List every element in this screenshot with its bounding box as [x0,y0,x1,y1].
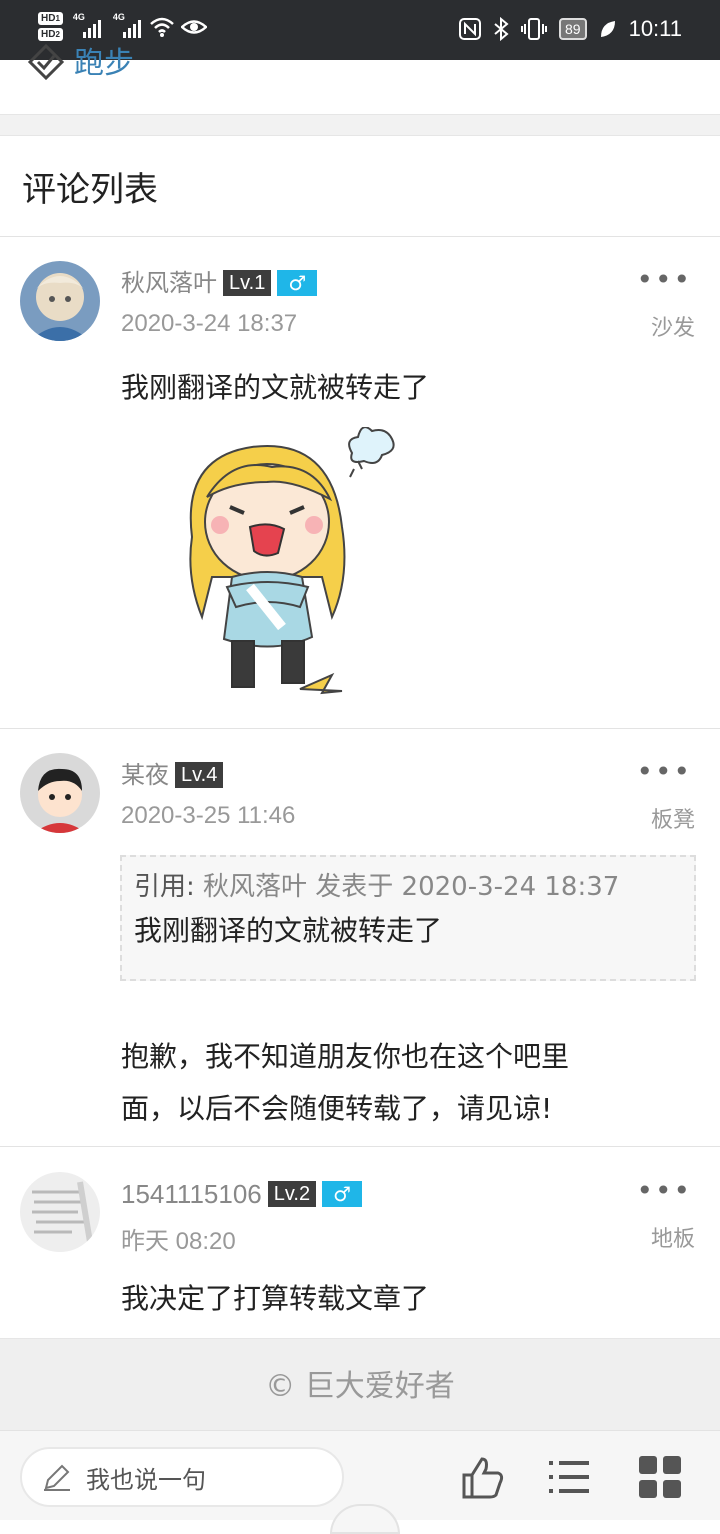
username[interactable]: 1541115106 [121,1179,262,1209]
section-divider [0,114,720,136]
level-badge: Lv.2 [267,1181,317,1207]
gender-badge: ♂ [277,270,318,296]
more-options-button[interactable]: ••• [636,758,692,786]
floor-label: 沙发 [650,316,695,341]
floor-label: 板凳 [650,808,695,833]
more-options-button[interactable]: ••• [636,1177,692,1205]
copyright-text: © 巨大爱好者 [265,1369,455,1404]
quote-text: 我刚翻译的文就被转走了 [134,914,443,947]
quote-label: 引用: [134,872,195,902]
username[interactable]: 某夜 [121,760,169,790]
comment-item: 秋风落叶 Lv.1 ♂ 2020-3-24 18:37 ••• 沙发 我刚翻译的… [0,237,720,729]
username[interactable]: 秋风落叶 [121,268,217,298]
pencil-icon [44,1464,70,1491]
footer: © 巨大爱好者 [0,1338,720,1430]
wifi-icon [150,17,174,37]
avatar[interactable] [20,261,100,341]
signal-icon: 4G [73,12,103,38]
hd-indicators: HD1 HD2 [38,12,63,41]
user-info: 1541115106 Lv.2 ♂ [121,1179,363,1209]
post-date: 2020-3-25 11:46 [121,802,296,829]
battery-indicator: 89 [559,18,587,40]
vibrate-icon [521,18,547,40]
quote-meta: 引用: 秋风落叶 发表于 2020-3-24 18:37 [134,867,682,907]
like-icon[interactable] [458,1453,506,1501]
comment-text: 我决定了打算转载文章了 [121,1282,430,1315]
level-badge: Lv.1 [223,270,272,296]
previous-section: 跑步 [0,43,720,114]
avatar[interactable] [20,1172,100,1252]
floor-label: 地板 [650,1227,695,1252]
grid-icon[interactable] [636,1453,684,1501]
gender-badge: ♂ [322,1181,363,1207]
clock: 10:11 [628,16,682,41]
eye-icon [180,20,207,34]
quote-author-date: 秋风落叶 发表于 2020-3-24 18:37 [203,872,620,902]
comment-text: 抱歉，我不知道朋友你也在这个吧里 面，以后不会随便转载了，请见谅! [121,1031,569,1135]
comment-text-line: 抱歉，我不知道朋友你也在这个吧里 [121,1040,570,1073]
comment-text: 我刚翻译的文就被转走了 [121,371,430,404]
quote-block: 引用: 秋风落叶 发表于 2020-3-24 18:37 我刚翻译的文就被转走了 [120,855,696,981]
run-tag-label: 跑步 [74,46,134,81]
nfc-icon [459,18,481,40]
comments-header: 评论列表 [0,136,720,237]
post-date: 2020-3-24 18:37 [121,310,298,337]
list-icon[interactable] [545,1453,593,1501]
bluetooth-icon [494,17,509,41]
level-badge: Lv.4 [175,762,224,788]
comments-title: 评论列表 [22,170,158,210]
signal-icon-2: 4G [113,12,143,38]
more-options-button[interactable]: ••• [636,266,692,294]
comment-item: 某夜 Lv.4 2020-3-25 11:46 ••• 板凳 引用: 秋风落叶 … [0,729,720,1147]
comment-text-line: 面，以后不会随便转载了，请见谅! [121,1092,553,1125]
reply-input[interactable]: 我也说一句 [20,1447,344,1507]
avatar[interactable] [20,753,100,833]
tag-icon [27,43,65,80]
leaf-icon [600,21,615,37]
user-info: 秋风落叶 Lv.1 ♂ [121,268,318,298]
post-date: 昨天 08:20 [121,1228,236,1255]
reply-placeholder: 我也说一句 [86,1465,206,1494]
user-info: 某夜 Lv.4 [121,760,224,790]
sticker-image [189,427,395,695]
run-tag-link[interactable]: 跑步 [26,38,134,82]
comment-item: 1541115106 Lv.2 ♂ 昨天 08:20 ••• 地板 我决定了打算… [0,1147,720,1338]
hd1-badge: HD1 [38,12,63,25]
